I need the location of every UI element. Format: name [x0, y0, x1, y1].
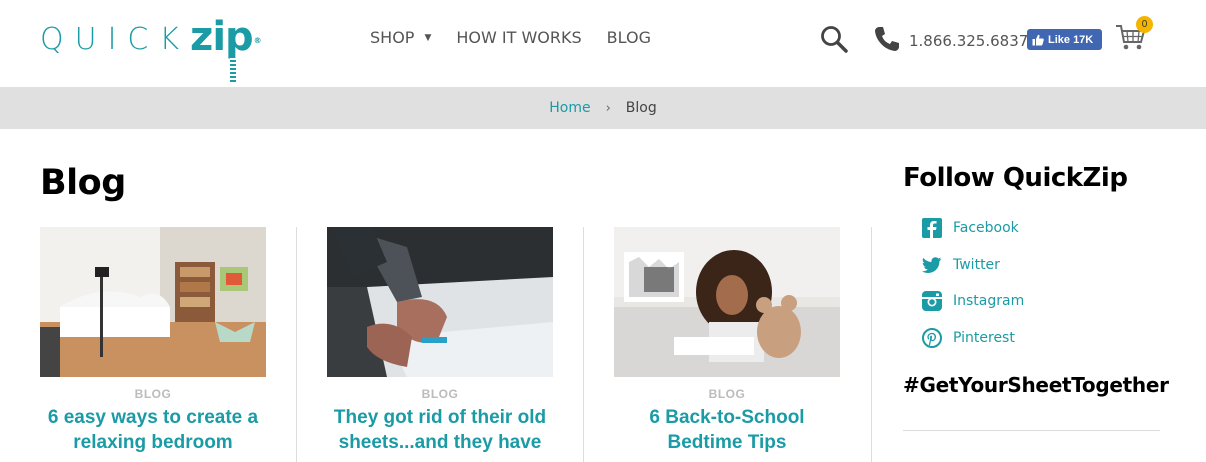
post-category: BLOG	[421, 387, 459, 401]
post-title-line1: They got rid of their old	[333, 407, 547, 428]
post-title-line2: relaxing bedroom	[73, 432, 233, 453]
instagram-icon	[922, 291, 942, 311]
facebook-icon	[922, 218, 942, 238]
post-category: BLOG	[134, 387, 172, 401]
post-title-line2: sheets...and they have	[338, 432, 542, 453]
breadcrumb-current: Blog	[625, 100, 657, 116]
logo-quick-text: QUICK	[40, 22, 191, 57]
post-title-line1: 6 easy ways to create a	[47, 407, 259, 428]
pinterest-icon	[922, 328, 942, 348]
card-divider	[583, 227, 584, 462]
post-image-sheets[interactable]	[327, 227, 553, 377]
like-label: Like 17K	[1048, 33, 1094, 46]
breadcrumb-separator: ›	[605, 100, 611, 116]
social-link-instagram[interactable]: Instagram	[922, 291, 1024, 311]
nav-shop[interactable]: SHOP ▼	[370, 28, 431, 47]
post-title-line1: 6 Back-to-School	[649, 407, 805, 428]
post-title[interactable]: 6 Back-to-School Bedtime Tips	[614, 405, 840, 455]
social-label: Instagram	[953, 293, 1025, 309]
post-title[interactable]: They got rid of their old sheets...and t…	[327, 405, 553, 455]
zipper-icon	[230, 58, 237, 82]
page-title: Blog	[40, 163, 126, 203]
post-card[interactable]: BLOG They got rid of their old sheets...…	[327, 227, 553, 455]
social-link-facebook[interactable]: Facebook	[922, 218, 1019, 238]
facebook-like-button[interactable]: Like 17K	[1027, 29, 1102, 50]
social-label: Pinterest	[953, 330, 1015, 346]
twitter-icon	[922, 257, 942, 273]
cart-count-badge: 0	[1136, 16, 1153, 33]
hashtag-heading: #GetYourSheetTogether	[903, 373, 1169, 397]
logo-zip-text: zip ®	[190, 17, 262, 82]
social-label: Facebook	[953, 220, 1019, 236]
search-icon[interactable]	[820, 25, 848, 53]
breadcrumb-home[interactable]: Home	[549, 100, 590, 116]
logo-zip-word: zip	[190, 14, 254, 60]
breadcrumb: Home › Blog	[0, 87, 1206, 129]
nav-shop-label: SHOP	[370, 28, 415, 47]
card-divider	[871, 227, 872, 462]
thumbs-up-icon	[1032, 34, 1044, 45]
sidebar-title: Follow QuickZip	[903, 163, 1128, 193]
nav-how-it-works[interactable]: HOW IT WORKS	[456, 28, 581, 47]
post-card[interactable]: BLOG 6 Back-to-School Bedtime Tips	[614, 227, 840, 455]
card-divider	[296, 227, 297, 462]
quickzip-logo[interactable]: QUICK zip ®	[40, 17, 262, 82]
post-title-line2: Bedtime Tips	[667, 432, 787, 453]
nav-blog[interactable]: BLOG	[607, 28, 651, 47]
post-title[interactable]: 6 easy ways to create a relaxing bedroom	[40, 405, 266, 455]
sidebar-divider	[903, 430, 1160, 431]
post-image-child-drawing[interactable]	[614, 227, 840, 377]
social-link-twitter[interactable]: Twitter	[922, 255, 1000, 275]
caret-down-icon: ▼	[424, 32, 432, 43]
social-label: Twitter	[953, 257, 1000, 273]
site-header: QUICK zip ® SHOP ▼ HOW IT WORKS BLOG 1.8…	[0, 0, 1206, 87]
post-category: BLOG	[708, 387, 746, 401]
phone-number[interactable]: 1.866.325.6837	[909, 32, 1028, 50]
phone-icon[interactable]	[872, 24, 902, 54]
social-link-pinterest[interactable]: Pinterest	[922, 328, 1015, 348]
logo-trademark: ®	[253, 36, 262, 45]
post-image-bedroom[interactable]	[40, 227, 266, 377]
main-nav: SHOP ▼ HOW IT WORKS BLOG	[370, 28, 676, 47]
post-card[interactable]: BLOG 6 easy ways to create a relaxing be…	[40, 227, 266, 455]
